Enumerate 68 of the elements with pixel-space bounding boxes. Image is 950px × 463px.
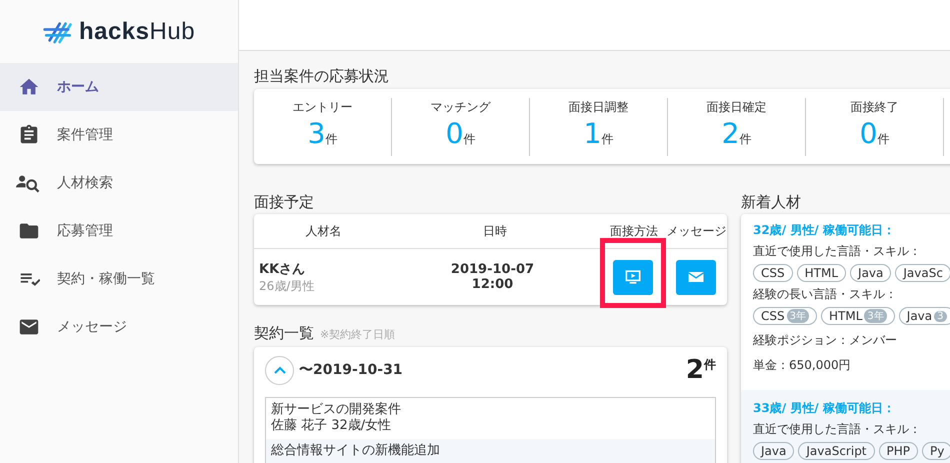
clipboard-icon — [18, 124, 40, 146]
sidebar-label: 応募管理 — [57, 222, 113, 240]
sidebar-label: 契約・稼働一覧 — [57, 270, 155, 288]
stat-label: 面接日確定 — [706, 98, 766, 116]
logo-icon — [42, 20, 73, 44]
skill-chip: HTML — [796, 264, 846, 282]
years-badge: 3年 — [786, 309, 809, 323]
interview-date: 2019-10-07 — [450, 262, 536, 277]
skill-chip: Py — [922, 442, 950, 460]
section-title: 新着人材 — [741, 192, 802, 212]
rate-text: 単金：650,000円 — [753, 357, 852, 374]
contract-title: 新サービスの開発案件 — [271, 402, 402, 418]
column-header: 面接方法 — [608, 222, 659, 240]
skill-chip: CSS — [753, 264, 793, 282]
skill-name: Java — [906, 309, 932, 323]
contract-item[interactable]: 総合情報サイトの新機能追加 — [266, 439, 715, 463]
section-title: 担当案件の応募状況 — [254, 66, 390, 86]
skill-name: HTML — [829, 309, 862, 323]
skill-chip: JavaScript — [798, 442, 875, 460]
sidebar-item[interactable]: 案件管理 — [0, 111, 238, 159]
position-text: 経験ポジション：メンバー — [753, 332, 898, 349]
sidebar-item[interactable]: 契約・稼働一覧 — [0, 255, 238, 303]
stat-label: マッチング — [430, 98, 490, 116]
candidate-profile: 26歳/男性 — [259, 278, 316, 294]
skill-label: 経験の長い言語・スキル： — [753, 286, 898, 303]
sidebar-item[interactable]: メッセージ — [0, 303, 238, 351]
years-badge: 3年 — [864, 309, 887, 323]
candidate-name: KKさん — [259, 260, 306, 278]
skill-label: 直近で使用した言語・スキル： — [753, 243, 922, 260]
contract-person: 佐藤 花子 32歳/女性 — [271, 418, 392, 434]
skill-chip: Java — [850, 264, 892, 282]
column-header: 人材名 — [304, 222, 342, 240]
sidebar-item[interactable]: 応募管理 — [0, 207, 238, 255]
skill-chip: Java — [753, 442, 794, 460]
skill-chip: PHP — [878, 442, 918, 460]
collapse-toggle[interactable] — [265, 356, 294, 384]
sidebar-label: メッセージ — [57, 318, 127, 336]
logo-text: hacksHub — [78, 18, 196, 46]
stat-count: 1 件 — [584, 118, 614, 152]
skill-chip: JavaSc — [895, 264, 950, 282]
stat-count: 0件 — [446, 118, 476, 152]
contract-title: 総合情報サイトの新機能追加 — [271, 443, 441, 459]
stat-label: 面接日調整 — [568, 98, 628, 116]
sidebar-label: 案件管理 — [57, 126, 113, 144]
message-button[interactable] — [676, 260, 716, 294]
sidebar-item[interactable]: 人材検索 — [0, 159, 238, 207]
video-call-button[interactable] — [613, 260, 653, 294]
stat-label: エントリー — [292, 98, 352, 116]
stat-count: 0件 — [860, 118, 890, 152]
skill-label: 直近で使用した言語・スキル： — [753, 421, 922, 438]
stat-count: 3件 — [308, 118, 338, 152]
contract-count: 2$^{件}$ — [686, 355, 716, 385]
contract-item[interactable]: 新サービスの開発案件 佐藤 花子 32歳/女性 — [266, 398, 715, 439]
section-title: 契約一覧 — [254, 323, 314, 343]
sidebar-label: ホーム — [57, 78, 99, 96]
skill-name: CSS — [761, 309, 785, 323]
contract-period: 〜2019-10-31 — [299, 361, 404, 379]
interview-time: 12:00 — [470, 277, 514, 292]
stat-count: 2 件 — [722, 118, 752, 152]
chevron-icon — [274, 366, 286, 374]
sort-note: ※契約終了日順 — [320, 327, 396, 342]
stat-label: 面接終了 — [850, 98, 898, 116]
sidebar-label: 人材検索 — [57, 174, 113, 192]
sidebar-item[interactable]: ホーム — [0, 63, 238, 111]
section-title: 面接予定 — [254, 192, 315, 212]
column-header: メッセージ — [666, 222, 727, 240]
column-header: 日時 — [482, 222, 508, 240]
years-badge: 3 — [934, 310, 947, 322]
